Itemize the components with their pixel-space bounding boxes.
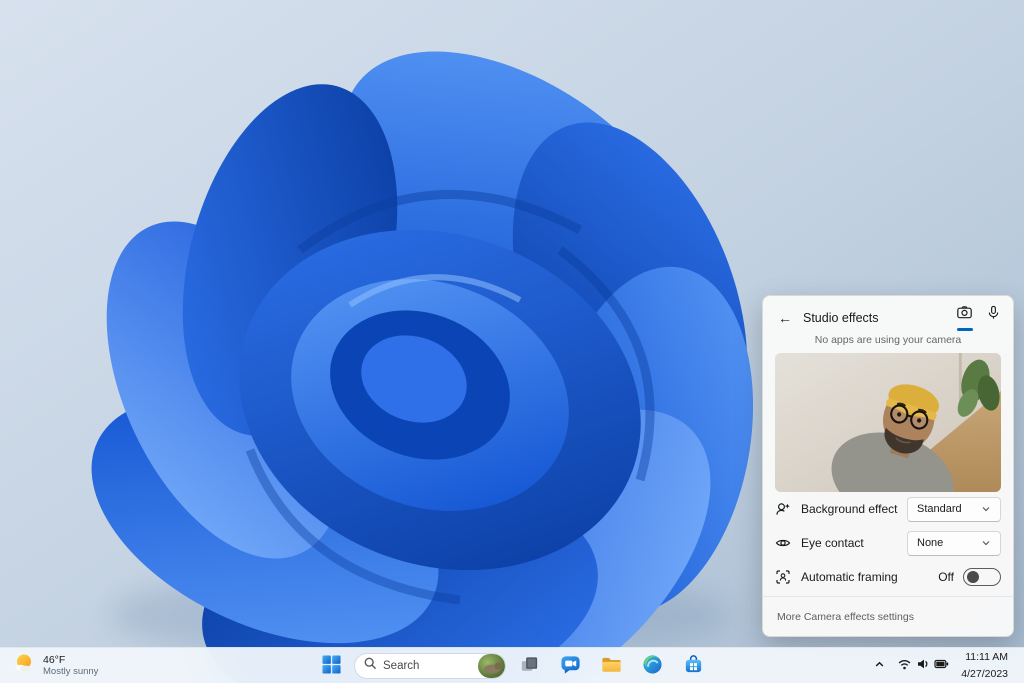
automatic-framing-state: Off <box>938 570 954 584</box>
eye-contact-value: None <box>917 537 944 549</box>
background-effect-icon <box>775 501 791 517</box>
store-icon <box>683 654 704 678</box>
background-effect-label: Background effect <box>801 502 898 516</box>
search-label: Search <box>383 659 420 672</box>
start-button[interactable] <box>313 651 349 681</box>
edge-icon <box>642 654 663 678</box>
taskbar: 46°F Mostly sunny Search 11:11 AM 4/27/2… <box>0 647 1024 683</box>
eye-contact-icon <box>775 535 791 551</box>
search-icon <box>364 657 377 675</box>
tab-camera[interactable] <box>956 305 973 331</box>
background-effect-value: Standard <box>917 503 962 515</box>
wifi-icon <box>897 657 912 674</box>
volume-icon <box>916 657 930 674</box>
edge-button[interactable] <box>634 651 670 681</box>
chat-icon <box>560 654 581 678</box>
chevron-down-icon <box>982 507 990 512</box>
background-effect-row: Background effect Standard <box>763 492 1013 526</box>
taskbar-center: Search <box>313 648 711 683</box>
weather-icon <box>13 652 35 679</box>
file-explorer-button[interactable] <box>593 651 629 681</box>
more-camera-settings-link[interactable]: More Camera effects settings <box>777 611 914 623</box>
battery-icon <box>934 658 949 673</box>
automatic-framing-label: Automatic framing <box>801 570 898 584</box>
automatic-framing-toggle[interactable] <box>963 568 1001 586</box>
back-button[interactable]: ← <box>773 307 797 329</box>
clock-button[interactable]: 11:11 AM 4/27/2023 <box>956 651 1013 680</box>
tray-expand-button[interactable] <box>869 652 890 680</box>
chat-button[interactable] <box>552 651 588 681</box>
background-effect-dropdown[interactable]: Standard <box>907 496 1001 522</box>
store-button[interactable] <box>675 651 711 681</box>
eye-contact-dropdown[interactable]: None <box>907 530 1001 556</box>
file-explorer-icon <box>601 654 622 678</box>
active-tab-indicator <box>956 328 973 331</box>
automatic-framing-icon <box>775 569 791 585</box>
clock-date: 4/27/2023 <box>961 667 1008 680</box>
chevron-up-icon <box>874 658 885 673</box>
weather-condition: Mostly sunny <box>43 666 99 677</box>
tab-microphone[interactable] <box>985 305 1001 331</box>
panel-title: Studio effects <box>803 311 879 325</box>
camera-icon <box>956 305 973 325</box>
quick-settings-button[interactable] <box>892 652 954 680</box>
chevron-down-icon <box>982 541 990 546</box>
toggle-knob <box>967 571 979 583</box>
clock-time: 11:11 AM <box>965 651 1008 663</box>
windows-logo-icon <box>321 654 341 677</box>
widgets-weather-button[interactable]: 46°F Mostly sunny <box>0 648 114 683</box>
camera-preview <box>775 353 1001 492</box>
automatic-framing-row: Automatic framing Off <box>763 560 1013 594</box>
studio-effects-flyout: ← Studio effects No apps are using your … <box>762 295 1014 637</box>
panel-footer: More Camera effects settings <box>763 596 1013 636</box>
system-tray: 11:11 AM 4/27/2023 <box>869 648 1024 683</box>
panel-header: ← Studio effects <box>763 296 1013 331</box>
eye-contact-label: Eye contact <box>801 536 864 550</box>
eye-contact-row: Eye contact None <box>763 526 1013 560</box>
task-view-icon <box>519 654 540 678</box>
task-view-button[interactable] <box>511 651 547 681</box>
device-tabs <box>956 305 1001 331</box>
microphone-icon <box>986 305 1001 325</box>
search-highlight-image <box>478 653 505 678</box>
camera-status-text: No apps are using your camera <box>814 334 962 346</box>
search-box[interactable]: Search <box>354 652 506 679</box>
weather-temperature: 46°F <box>43 654 66 666</box>
